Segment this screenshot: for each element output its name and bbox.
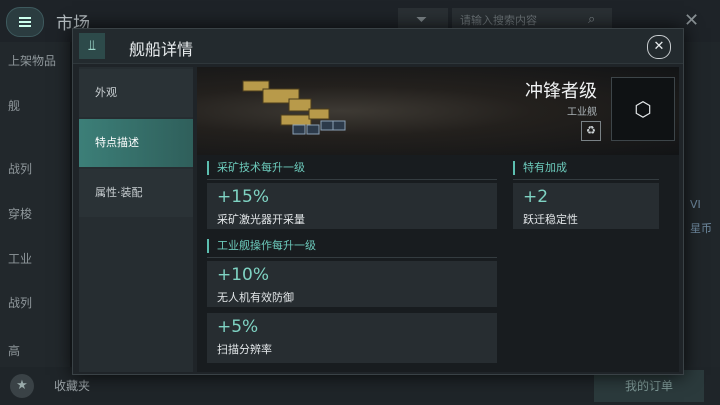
modal-header: ⫫ 舰船详情 ✕ (73, 29, 683, 64)
category-row[interactable]: 穿梭 (8, 205, 32, 222)
bonus-value: +10% (217, 265, 270, 285)
right-tag: VI (690, 198, 701, 211)
search-icon[interactable]: ⌕ (588, 12, 595, 27)
ship-type-icon[interactable]: ⬡ (611, 77, 675, 141)
tab-features[interactable]: 特点描述 (79, 119, 193, 167)
bonus-label: 跃迁稳定性 (523, 213, 578, 226)
section-title: 特有加成 (513, 161, 567, 175)
tab-attributes-fitting[interactable]: 属性·装配 (79, 169, 193, 217)
modal-title: 舰船详情 (129, 40, 194, 59)
ship-detail-modal: ⫫ 舰船详情 ✕ 外观 特点描述 属性·装配 冲锋者级 工业舰 ♻ ⬡ 采矿技术… (72, 28, 684, 375)
divider (513, 179, 659, 180)
filter-icon: ⏷ (416, 12, 428, 28)
favorites-label[interactable]: 收藏夹 (54, 377, 90, 394)
section-title: 采矿技术每升一级 (207, 161, 305, 175)
bonus-card: +2 跃迁稳定性 (513, 183, 659, 229)
category-row[interactable]: 战列 (8, 294, 32, 311)
category-row[interactable]: 战列 (8, 160, 32, 177)
menu-button[interactable] (6, 7, 44, 37)
market-category-list: 上架物品 舰 战列 穿梭 工业 战列 高 (0, 42, 70, 367)
ship-header-icon: ⫫ (79, 33, 105, 59)
section-title: 工业舰操作每升一级 (207, 239, 316, 253)
ship-image (242, 80, 346, 135)
category-row[interactable]: 工业 (8, 250, 32, 267)
detail-tabs: 外观 特点描述 属性·装配 (79, 67, 193, 372)
bonus-label: 采矿激光器开采量 (217, 213, 305, 226)
bonus-value: +5% (217, 317, 259, 337)
ship-name: 冲锋者级 (525, 81, 597, 102)
bonus-card: +10% 无人机有效防御 (207, 261, 497, 307)
bonus-card: +15% 采矿激光器开采量 (207, 183, 497, 229)
close-icon[interactable]: ✕ (647, 35, 671, 59)
ship-hero-banner: 冲锋者级 工业舰 ♻ ⬡ (197, 67, 679, 155)
bonus-label: 无人机有效防御 (217, 291, 294, 304)
bonus-value: +15% (217, 187, 270, 207)
category-row[interactable]: 高 (8, 342, 20, 359)
market-close-icon[interactable]: ✕ (684, 10, 699, 31)
recycle-icon[interactable]: ♻ (581, 121, 601, 141)
ship-class: 工业舰 (567, 107, 597, 118)
category-row[interactable]: 上架物品 (8, 52, 56, 69)
market-right-panel: VI 星币 (682, 42, 720, 367)
divider (207, 257, 497, 258)
category-row[interactable]: 舰 (8, 97, 20, 114)
bonus-label: 扫描分辨率 (217, 343, 272, 356)
bonus-value: +2 (523, 187, 549, 207)
features-content: 冲锋者级 工业舰 ♻ ⬡ 采矿技术每升一级 +15% 采矿激光器开采量 特有加成… (197, 67, 679, 372)
tab-appearance[interactable]: 外观 (79, 69, 193, 117)
right-tag: 星币 (690, 222, 712, 235)
star-icon[interactable]: ★ (10, 374, 34, 398)
divider (207, 179, 497, 180)
bonus-card: +5% 扫描分辨率 (207, 313, 497, 363)
